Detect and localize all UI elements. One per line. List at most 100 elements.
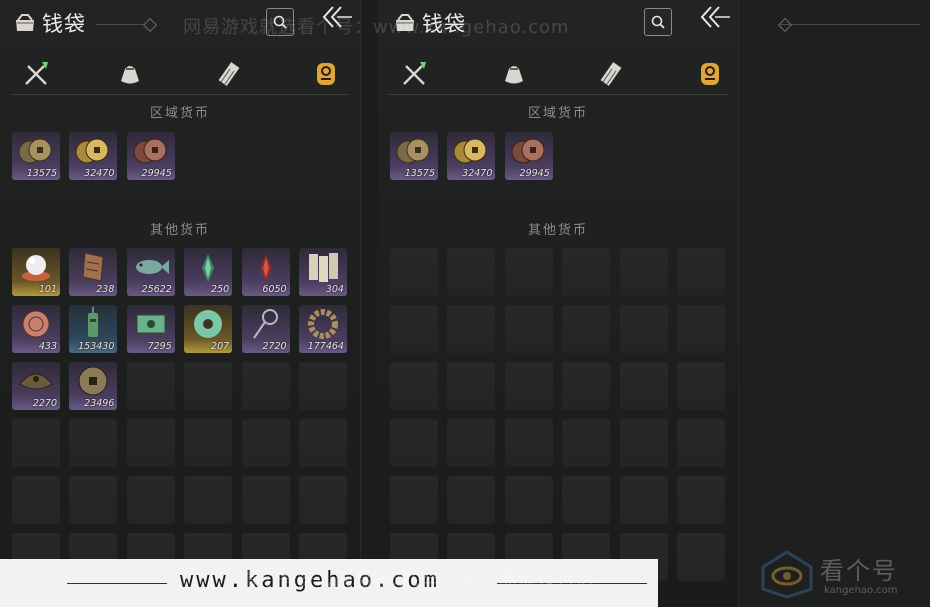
tab-currency[interactable] xyxy=(308,58,344,90)
other-currency-grid xyxy=(390,248,725,581)
currency-item[interactable]: 304 xyxy=(298,248,347,296)
empty-slot xyxy=(619,362,668,410)
item-count: 32470 xyxy=(84,168,115,179)
currency-item[interactable]: 433 xyxy=(12,305,60,353)
other-currency-grid: 101 238 25622 250 6050 304 433 153430 7295 207 272… xyxy=(12,248,347,581)
currency-item[interactable]: 153430 xyxy=(69,305,118,353)
currency-item[interactable]: 29945 xyxy=(126,132,175,180)
crossed-swords-icon xyxy=(25,62,48,85)
section-title-other: 其他货币 xyxy=(527,223,588,238)
currency-item[interactable]: 177464 xyxy=(298,305,347,353)
category-tabs xyxy=(10,54,350,95)
tab-scrolls[interactable] xyxy=(212,58,248,90)
money-pouch-icon xyxy=(121,66,139,84)
currency-item[interactable]: 250 xyxy=(184,248,233,296)
coin-badge-icon xyxy=(701,63,719,85)
empty-slot xyxy=(504,248,553,296)
eye-logo-icon xyxy=(761,550,813,599)
item-count: 433 xyxy=(38,341,57,352)
wallet-panel-right: 钱袋 区域货币 13575 32470 29945 其他货币 xyxy=(378,0,739,607)
empty-slot xyxy=(619,305,668,353)
tab-pouch[interactable] xyxy=(112,58,148,90)
empty-slot xyxy=(676,419,725,467)
currency-item[interactable]: 13575 xyxy=(390,132,438,180)
title-row: 钱袋 xyxy=(14,8,86,38)
currency-item[interactable]: 2720 xyxy=(241,305,290,353)
tab-currency[interactable] xyxy=(692,58,728,90)
section-title-regional: 区域货币 xyxy=(527,106,588,121)
tab-pouch[interactable] xyxy=(496,58,532,90)
empty-slot xyxy=(12,419,60,467)
tab-scrolls[interactable] xyxy=(594,58,630,90)
item-count: 32470 xyxy=(462,168,493,179)
empty-slot xyxy=(676,248,725,296)
back-button[interactable] xyxy=(696,2,732,32)
empty-slot xyxy=(390,362,438,410)
wallet-panel-left: 钱袋 区域货币 13575 32470 29945 其他货币 101 238 25622… xyxy=(0,0,361,607)
double-chevron-left-icon xyxy=(700,6,730,28)
currency-item[interactable]: 25622 xyxy=(126,248,175,296)
empty-slot xyxy=(562,362,611,410)
watermark-logo: 看个号 kangehao.com xyxy=(752,545,930,607)
currency-item[interactable]: 23496 xyxy=(69,362,118,410)
empty-slot xyxy=(562,419,611,467)
currency-item[interactable]: 32470 xyxy=(447,132,496,180)
item-count: 25622 xyxy=(141,284,172,295)
empty-slot xyxy=(504,305,553,353)
empty-slot xyxy=(562,248,611,296)
currency-item[interactable]: 29945 xyxy=(504,132,553,180)
item-count: 6050 xyxy=(262,284,287,295)
empty-slot xyxy=(504,419,553,467)
logo-text: 看个号 xyxy=(820,557,898,585)
page-title: 钱袋 xyxy=(42,12,86,36)
empty-slot xyxy=(184,419,233,467)
empty-slot xyxy=(126,476,175,524)
empty-slot xyxy=(447,419,496,467)
empty-slot xyxy=(241,362,290,410)
empty-slot xyxy=(504,476,553,524)
empty-slot xyxy=(184,476,233,524)
empty-slot xyxy=(619,248,668,296)
currency-item[interactable]: 101 xyxy=(12,248,60,296)
empty-side-area xyxy=(740,0,930,607)
empty-slot xyxy=(241,476,290,524)
tab-weapons[interactable] xyxy=(18,58,54,90)
empty-slot xyxy=(676,362,725,410)
item-count: 177464 xyxy=(307,341,344,352)
item-count: 29945 xyxy=(141,168,172,179)
item-count: 23496 xyxy=(84,398,115,409)
empty-slot xyxy=(69,476,118,524)
logo-subtext: kangehao.com xyxy=(824,585,898,596)
section-title-other: 其他货币 xyxy=(149,223,210,238)
coin-badge-icon xyxy=(317,63,335,85)
watermark-text: 网易游戏就选看个号：www.kangehao.com xyxy=(183,17,570,38)
currency-item[interactable]: 32470 xyxy=(69,132,118,180)
empty-slot xyxy=(69,419,118,467)
item-count: 7295 xyxy=(147,341,172,352)
empty-slot xyxy=(390,248,438,296)
tab-weapons[interactable] xyxy=(396,58,432,90)
currency-item[interactable]: 7295 xyxy=(126,305,175,353)
header-divider xyxy=(96,24,144,25)
currency-item[interactable]: 13575 xyxy=(12,132,60,180)
empty-slot xyxy=(676,476,725,524)
empty-slot xyxy=(447,362,496,410)
money-pouch-icon xyxy=(505,66,523,84)
header-ornament xyxy=(777,17,793,33)
banner-line-left xyxy=(67,583,167,584)
currency-item[interactable]: 238 xyxy=(69,248,118,296)
empty-slot xyxy=(390,419,438,467)
empty-slot xyxy=(676,305,725,353)
scroll-icon xyxy=(600,62,622,86)
item-count: 153430 xyxy=(78,341,115,352)
item-count: 207 xyxy=(211,341,230,352)
empty-slot xyxy=(447,248,496,296)
search-button[interactable] xyxy=(644,8,672,36)
empty-slot xyxy=(298,362,347,410)
header-divider xyxy=(780,24,920,25)
currency-item[interactable]: 6050 xyxy=(241,248,290,296)
currency-item[interactable]: 207 xyxy=(184,305,233,353)
currency-item[interactable]: 2270 xyxy=(12,362,60,410)
empty-slot xyxy=(126,419,175,467)
item-count: 101 xyxy=(38,284,57,295)
